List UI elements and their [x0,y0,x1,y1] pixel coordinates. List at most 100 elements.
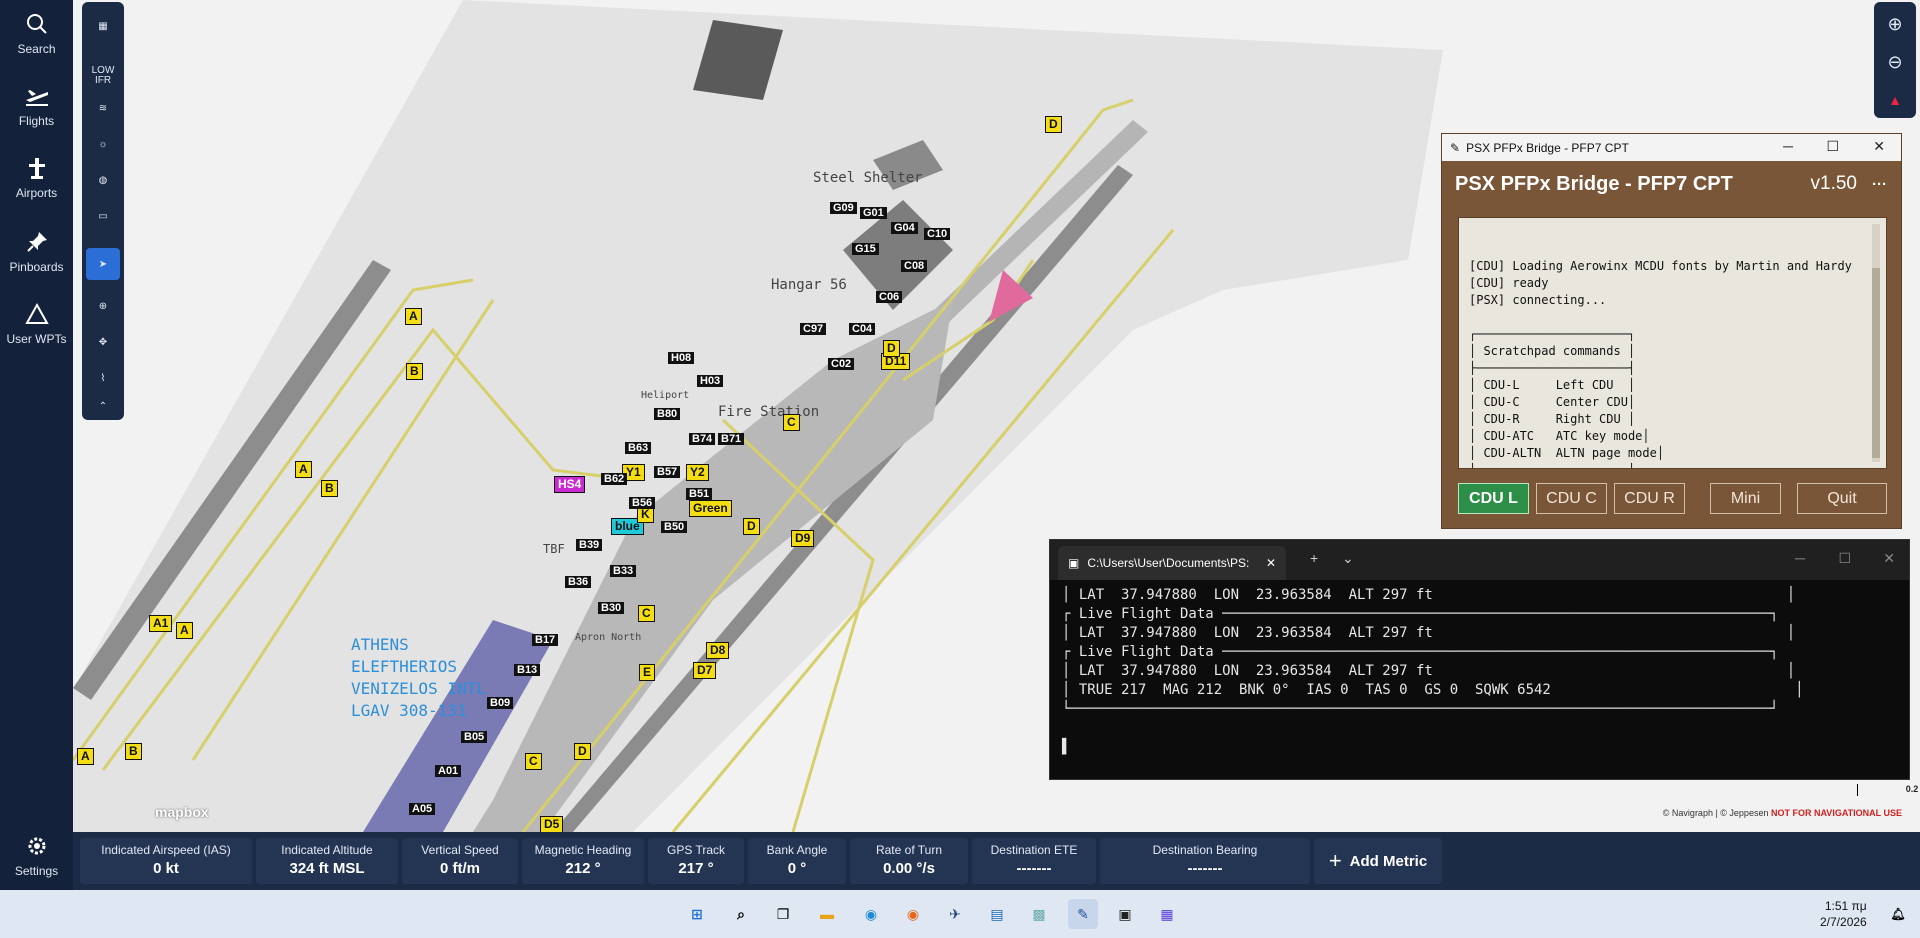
terminal-maximize-button[interactable]: ☐ [1838,550,1851,567]
collapse-button[interactable]: ⌃ [86,394,120,418]
terminal-tab-title: C:\Users\User\Documents\PS: [1087,556,1250,570]
firefox-icon[interactable]: ◉ [898,899,928,929]
metric-value: 0 ft/m [439,860,480,877]
close-button[interactable]: ✕ [1873,138,1885,155]
metric-destination-bearing[interactable]: Destination Bearing ------- [1100,838,1310,884]
taxiway-label: D9 [791,530,815,547]
mapbox-logo[interactable]: mapbox [155,804,209,820]
quit-button[interactable]: Quit [1797,483,1887,514]
gate-label: B13 [514,664,541,676]
cdu-r-button[interactable]: CDU R [1614,483,1685,514]
start-icon[interactable]: ⊞ [682,899,712,929]
terminal-close-button[interactable]: ✕ [1883,550,1895,567]
taxiway-label: A [295,461,312,478]
metric-rate-of-turn[interactable]: Rate of Turn 0.00 °/s [850,838,968,884]
move-button[interactable]: ✥ [86,326,120,358]
taxiway-label: B [125,743,142,760]
file-explorer-icon[interactable]: ▬ [812,899,842,929]
more-icon[interactable]: ··· [1872,176,1887,193]
close-tab-icon[interactable]: ✕ [1266,556,1276,570]
metric-value: 0 ° [787,860,807,877]
scrollbar-thumb[interactable] [1872,268,1880,458]
metric-gps-track[interactable]: GPS Track 217 ° [648,838,744,884]
search-icon[interactable]: ⌕ [726,899,756,929]
feather-icon[interactable]: ✎ [1068,899,1098,929]
globe-icon: ◍ [98,174,108,186]
ruler-button[interactable]: ▭ [86,200,120,232]
nav-user-wpts[interactable]: User WPTs [0,302,73,346]
gate-label: B09 [487,697,514,709]
metric-altitude[interactable]: Indicated Altitude 324 ft MSL [256,838,398,884]
cdu-c-button[interactable]: CDU C [1536,483,1607,514]
psx-log-scrollbar[interactable] [1872,224,1880,462]
app-icon[interactable]: ▦ [1152,899,1182,929]
gate-label: B63 [625,442,652,454]
gate-label: A01 [435,765,462,777]
layers-button[interactable]: ≋ [86,92,120,124]
app-icon[interactable]: ▩ [1024,899,1054,929]
tab-dropdown-button[interactable]: ⌄ [1342,550,1354,567]
weather-button[interactable]: ☼ [86,128,120,160]
task-view-icon[interactable]: ❐ [768,899,798,929]
center-button[interactable]: ⊕ [86,290,120,322]
airport-label-line: LGAV 308-131 [351,701,467,720]
terminal-minimize-button[interactable]: ─ [1795,550,1805,566]
globe-button[interactable]: ◍ [86,164,120,196]
edge-icon[interactable]: ◉ [856,899,886,929]
gate-label: C02 [828,358,855,370]
taxiway-label: A [77,748,94,765]
zoom-out-button[interactable]: ⊖ [1878,46,1912,78]
gate-label: A05 [409,803,436,815]
notification-icon[interactable]: 🔔︎ [1886,899,1910,929]
cdu-l-button[interactable]: CDU L [1458,483,1529,514]
nav-flights[interactable]: Flights [0,84,73,128]
nav-warning: NOT FOR NAVIGATIONAL USE [1770,808,1902,818]
taxiway-label: D8 [706,642,730,659]
new-tab-button[interactable]: + [1310,550,1318,566]
clock-date: 2/7/2026 [1820,915,1867,929]
nav-settings[interactable]: Settings [0,834,73,878]
layout-button[interactable]: ▦ [86,10,120,42]
taxiway-label: D [883,340,900,357]
metric-magnetic-heading[interactable]: Magnetic Heading 212 ° [522,838,644,884]
metric-label: Indicated Airspeed (IAS) [101,843,231,857]
terminal-icon[interactable]: ▣ [1110,899,1140,929]
taskbar-clock[interactable]: 1:51 πμ 2/7/2026 [1820,898,1867,930]
nav-pinboards[interactable]: Pinboards [0,230,73,274]
gate-label: G15 [852,243,879,255]
metric-value: 324 ft MSL [289,860,365,877]
psx-log[interactable]: [CDU] Loading Aerowinx MCDU fonts by Mar… [1458,217,1887,469]
metric-ias[interactable]: Indicated Airspeed (IAS) 0 kt [80,838,252,884]
compass-button[interactable]: ▲ [1878,84,1912,116]
nav-airports[interactable]: Airports [0,156,73,200]
map-attribution: © Navigraph | © Jeppesen NOT FOR NAVIGAT… [1663,808,1902,818]
terminal-icon: ▣ [1068,556,1080,570]
low-ifr-button[interactable]: LOW IFR [86,60,120,92]
psx-titlebar: ✎ PSX PFPx Bridge - PFP7 CPT ─ ☐ ✕ [1442,134,1901,161]
nav-search[interactable]: Search [0,12,73,56]
nav-search-label: Search [17,42,56,56]
psx-header: PSX PFPx Bridge - PFP7 CPT v1.50 ··· [1442,161,1901,207]
gate-label: G04 [891,222,918,234]
app-icon[interactable]: ✈ [940,899,970,929]
navigate-button[interactable]: ➤ [86,248,120,280]
add-metric-button[interactable]: + Add Metric [1314,838,1442,884]
chevron-up-icon: ⌃ [98,400,108,412]
maximize-button[interactable]: ☐ [1826,138,1839,155]
metric-bank-angle[interactable]: Bank Angle 0 ° [748,838,846,884]
taxiway-label: D [743,518,760,535]
crosshair-icon: ⊕ [98,300,108,312]
terminal-tab[interactable]: ▣ C:\Users\User\Documents\PS: ✕ [1058,546,1286,580]
minimize-button[interactable]: ─ [1783,138,1793,154]
metric-destination-ete[interactable]: Destination ETE ------- [972,838,1096,884]
gate-label: B05 [461,731,488,743]
terminal-tabbar: ▣ C:\Users\User\Documents\PS: ✕ + ⌄ ─ ☐ … [1050,540,1909,580]
metric-vertical-speed[interactable]: Vertical Speed 0 ft/m [402,838,518,884]
mini-button[interactable]: Mini [1710,483,1781,514]
terminal-output[interactable]: │ LAT 37.947880 LON 23.963584 ALT 297 ft… [1062,586,1902,757]
zoom-in-button[interactable]: ⊕ [1878,8,1912,40]
route-button[interactable]: ⌇ [86,362,120,394]
gate-label: C06 [876,291,903,303]
app-icon[interactable]: ▤ [982,899,1012,929]
metrics-bar: Indicated Airspeed (IAS) 0 kt Indicated … [73,832,1920,890]
